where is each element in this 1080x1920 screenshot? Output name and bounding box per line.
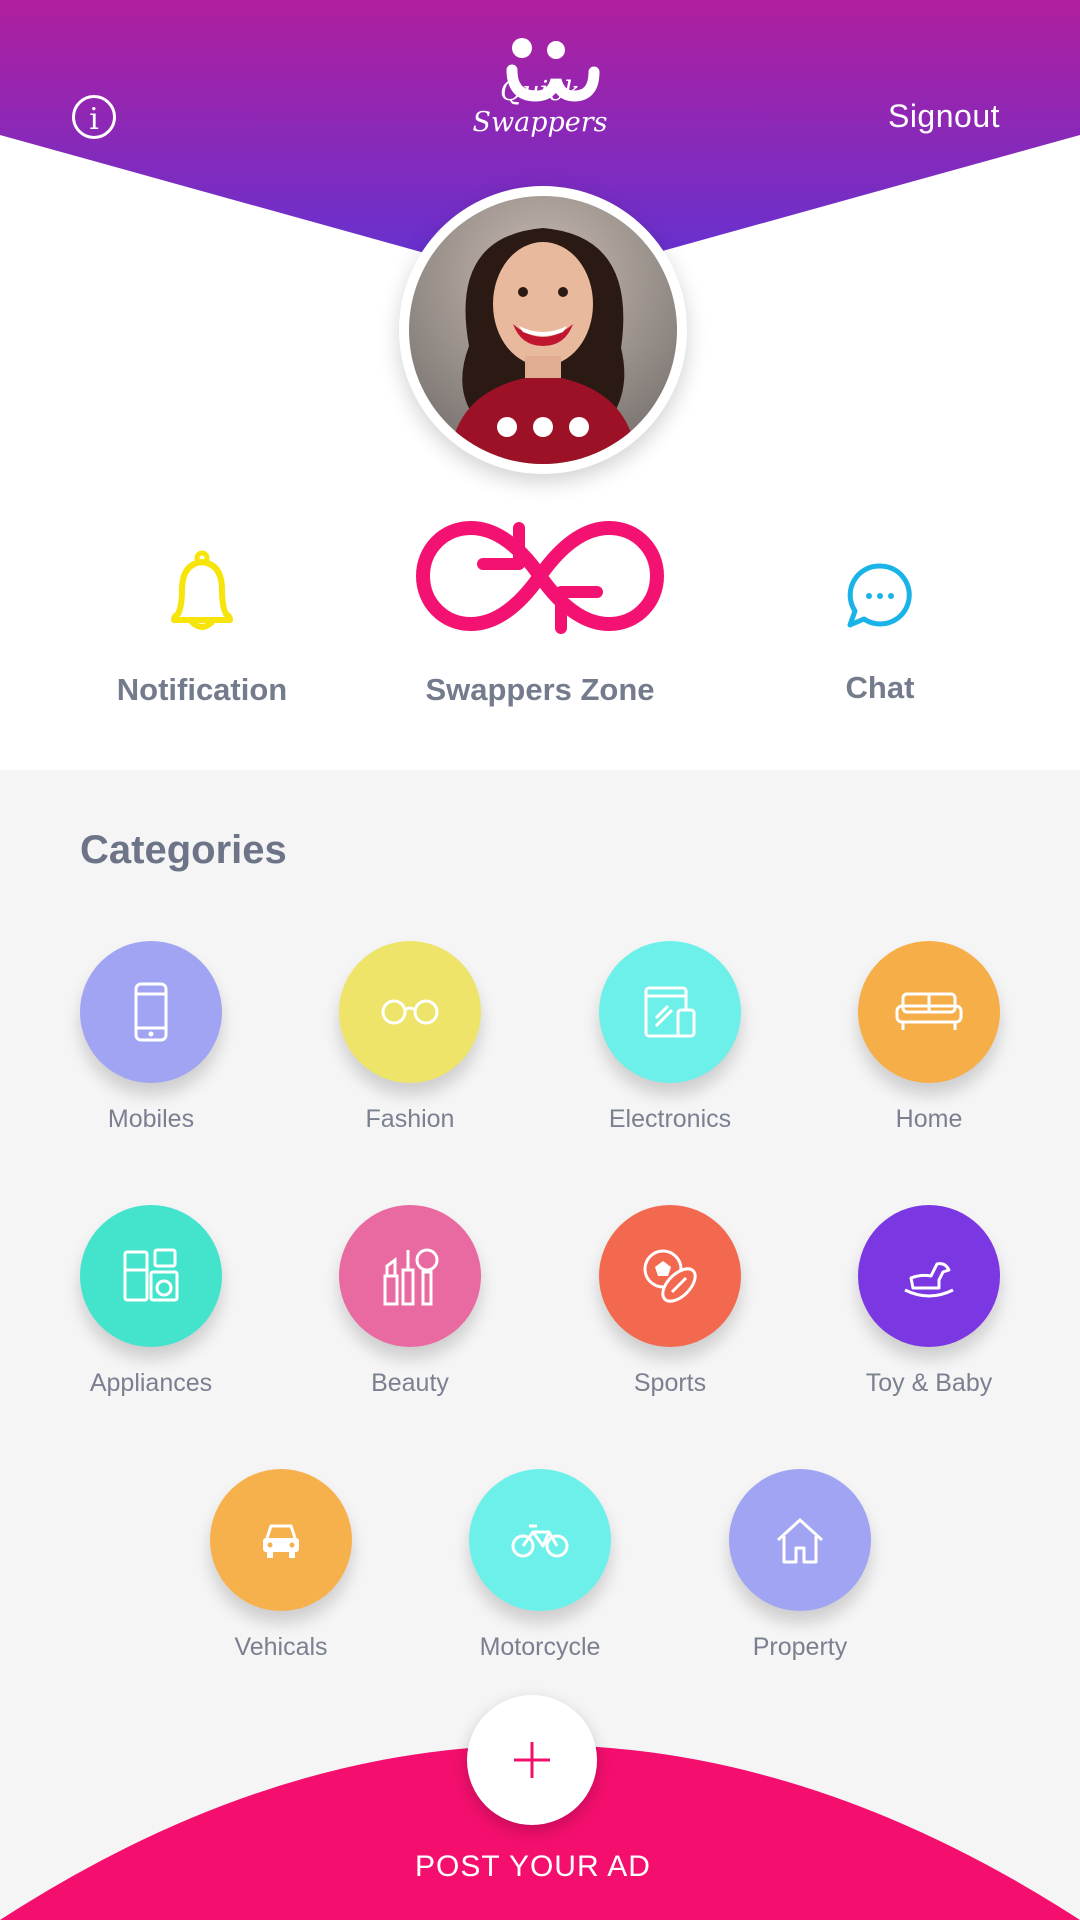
category-property[interactable]: Property: [700, 1469, 900, 1662]
category-label: Property: [752, 1633, 848, 1661]
category-beauty[interactable]: Beauty: [310, 1205, 510, 1398]
category-label: Appliances: [89, 1369, 213, 1397]
house-icon: [729, 1469, 871, 1611]
swappers-zone-button[interactable]: Swappers Zone: [400, 518, 680, 708]
category-vehicals[interactable]: Vehicals: [181, 1469, 381, 1662]
car-icon: [210, 1469, 352, 1611]
plus-icon: [514, 1742, 550, 1778]
notification-label: Notification: [116, 672, 288, 707]
sofa-icon: [858, 941, 1000, 1083]
info-icon[interactable]: i: [72, 95, 116, 139]
category-sports[interactable]: Sports: [570, 1205, 770, 1398]
swap-infinity-icon: [415, 520, 665, 634]
category-label: Fashion: [365, 1105, 455, 1133]
post-ad-label[interactable]: POST YOUR AD: [0, 1850, 1066, 1884]
mobile-phone-icon: [80, 941, 222, 1083]
top-section: i Quick Swappers Signout Notification Sw…: [0, 0, 1080, 770]
bicycle-icon: [469, 1469, 611, 1611]
profile-avatar[interactable]: [399, 186, 687, 474]
category-appliances[interactable]: Appliances: [51, 1205, 251, 1398]
avatar-photo: [409, 196, 677, 464]
category-label: Sports: [633, 1369, 707, 1397]
category-electronics[interactable]: Electronics: [570, 941, 770, 1134]
category-label: Motorcycle: [479, 1633, 601, 1661]
category-toy-baby[interactable]: Toy & Baby: [829, 1205, 1029, 1398]
category-mobiles[interactable]: Mobiles: [51, 941, 251, 1134]
makeup-icon: [339, 1205, 481, 1347]
swappers-zone-label: Swappers Zone: [425, 672, 655, 707]
post-ad-plus-button[interactable]: [467, 1695, 597, 1825]
devices-icon: [599, 941, 741, 1083]
category-fashion[interactable]: Fashion: [310, 941, 510, 1134]
category-label: Electronics: [608, 1105, 732, 1133]
category-label: Beauty: [371, 1369, 449, 1397]
appliances-icon: [80, 1205, 222, 1347]
category-label: Vehicals: [234, 1633, 328, 1661]
category-label: Home: [895, 1105, 963, 1133]
logo-text: Quick Swappers: [472, 76, 608, 138]
chat-button[interactable]: Chat: [780, 560, 980, 706]
rocking-horse-icon: [858, 1205, 1000, 1347]
category-label: Mobiles: [107, 1105, 195, 1133]
categories-title: Categories: [80, 828, 287, 872]
glasses-icon: [339, 941, 481, 1083]
category-label: Toy & Baby: [865, 1369, 993, 1397]
chat-label: Chat: [845, 670, 915, 705]
signout-button[interactable]: Signout: [888, 98, 1000, 135]
bell-icon: [171, 550, 233, 630]
chat-bubble-icon: [847, 563, 912, 628]
app-logo: Quick Swappers: [458, 30, 622, 142]
more-dots-icon[interactable]: [409, 417, 677, 442]
category-home[interactable]: Home: [829, 941, 1029, 1134]
sports-balls-icon: [599, 1205, 741, 1347]
category-motorcycle[interactable]: Motorcycle: [440, 1469, 640, 1662]
notification-button[interactable]: Notification: [82, 548, 322, 708]
